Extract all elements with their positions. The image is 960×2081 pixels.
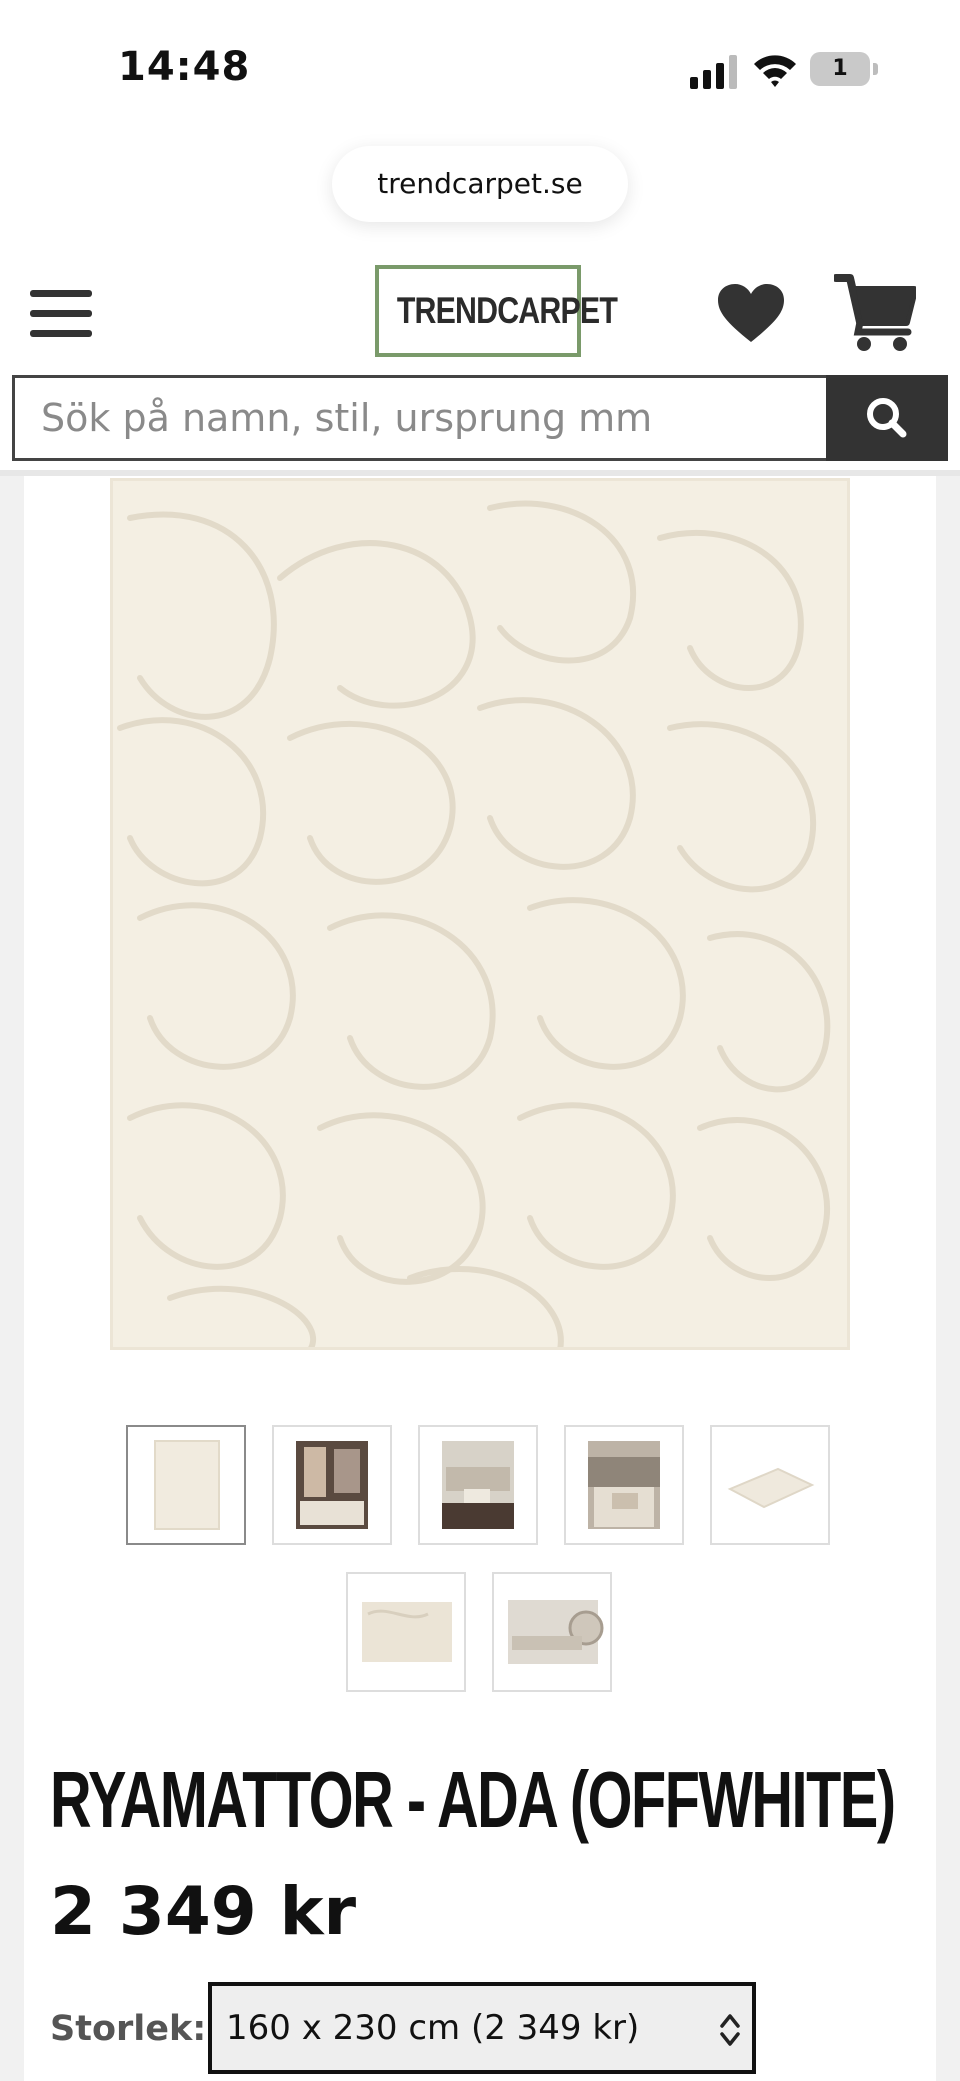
- battery-level: 1: [832, 56, 848, 81]
- size-label: Storlek:: [50, 2009, 207, 2049]
- site-logo[interactable]: TRENDCARPET: [375, 265, 618, 357]
- status-bar: 14:48 1: [0, 0, 960, 135]
- search-button[interactable]: [826, 375, 948, 461]
- rug-offwhite-main-image[interactable]: [110, 478, 850, 1350]
- thumb-room-bedroom[interactable]: [272, 1425, 392, 1545]
- thumb-rug-front[interactable]: [126, 1425, 246, 1545]
- size-select-value: 160 x 230 cm (2 349 kr): [226, 2008, 640, 2048]
- product-price: 2 349 kr: [50, 1873, 357, 1950]
- search-bar: Sök på namn, stil, ursprung mm: [12, 375, 948, 461]
- product-title: RYAMATTOR - ADA (OFFWHITE): [50, 1755, 896, 1844]
- cellular-signal-icon: [690, 55, 737, 89]
- battery-icon: 1: [810, 52, 878, 86]
- shopping-cart-icon[interactable]: [834, 272, 916, 354]
- wifi-icon: [754, 55, 796, 87]
- thumb-room-living-2[interactable]: [564, 1425, 684, 1545]
- search-icon: [867, 398, 907, 438]
- search-input[interactable]: Sök på namn, stil, ursprung mm: [12, 375, 826, 461]
- thumb-room-living-1[interactable]: [418, 1425, 538, 1545]
- heart-icon[interactable]: [716, 282, 786, 346]
- status-time: 14:48: [118, 44, 251, 90]
- hamburger-menu-icon[interactable]: [30, 290, 92, 340]
- thumb-rug-detail[interactable]: [346, 1572, 466, 1692]
- url-pill[interactable]: trendcarpet.se: [332, 146, 628, 222]
- logo-text: TRENDCARPET: [396, 290, 618, 331]
- thumb-rug-angle[interactable]: [710, 1425, 830, 1545]
- select-chevron-icon: [720, 2014, 740, 2046]
- size-select[interactable]: 160 x 230 cm (2 349 kr): [208, 1982, 756, 2074]
- thumb-rug-rolled[interactable]: [492, 1572, 612, 1692]
